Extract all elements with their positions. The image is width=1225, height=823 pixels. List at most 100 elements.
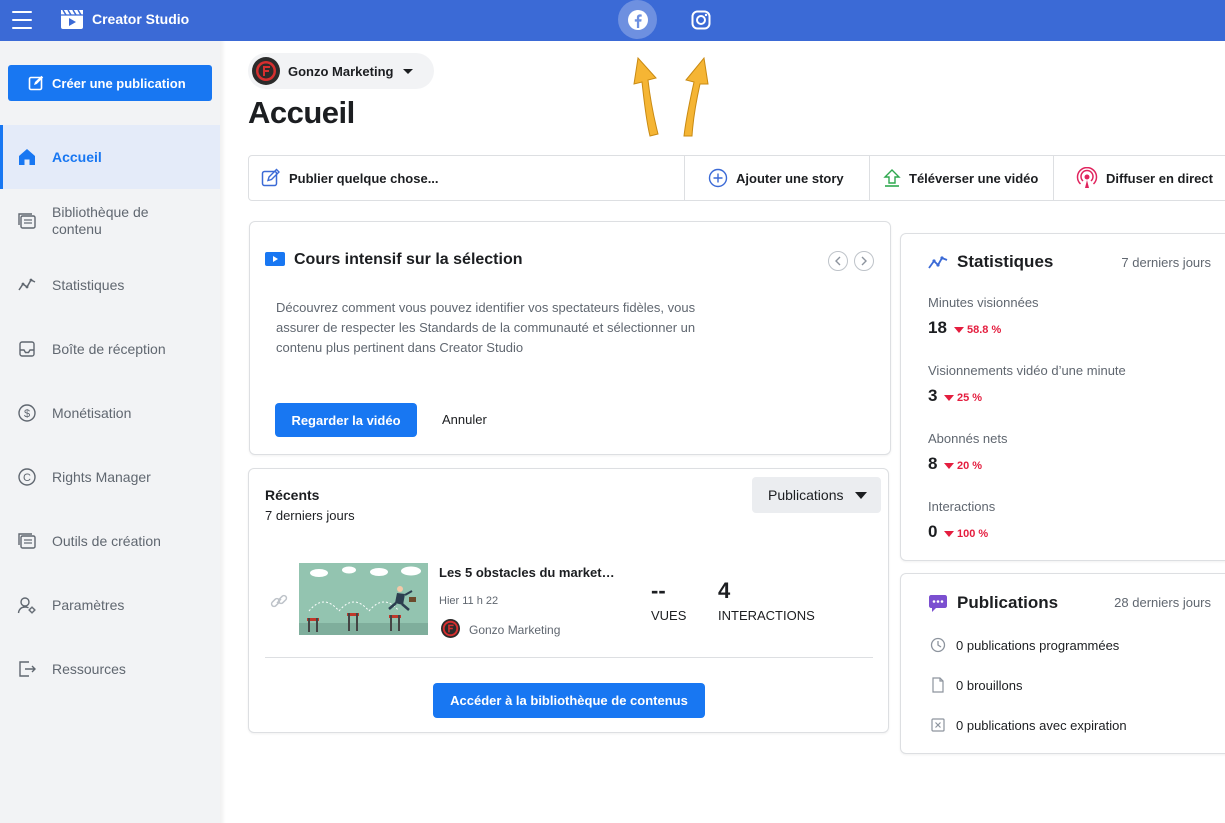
publish-something-button[interactable]: Publier quelque chose... xyxy=(261,156,439,200)
sidebar-item-boite-reception[interactable]: Boîte de réception xyxy=(0,321,220,377)
stat-change: 25 % xyxy=(944,392,982,404)
sidebar-item-outils-creation[interactable]: Outils de création xyxy=(0,513,220,569)
sidebar-item-bibliotheque[interactable]: Bibliothèque de contenu xyxy=(0,193,220,249)
chevron-left-icon xyxy=(835,256,841,266)
divider xyxy=(684,156,685,200)
svg-text:$: $ xyxy=(24,408,30,420)
account-name: Gonzo Marketing xyxy=(288,64,394,79)
stat-change: 20 % xyxy=(944,460,982,472)
publications-title: Publications xyxy=(957,593,1059,612)
sidebar-item-label: Statistiques xyxy=(52,276,125,293)
publications-filter-dropdown[interactable]: Publications xyxy=(752,477,881,513)
instagram-icon xyxy=(691,10,711,30)
post-title[interactable]: Les 5 obstacles du market… xyxy=(439,565,615,580)
interactions-value: 4 xyxy=(718,578,731,603)
video-icon xyxy=(265,252,285,266)
live-icon xyxy=(1076,167,1098,188)
account-selector[interactable]: Gonzo Marketing xyxy=(248,53,434,89)
menu-icon[interactable] xyxy=(12,11,32,29)
open-library-button[interactable]: Accéder à la bibliothèque de contenus xyxy=(433,683,705,718)
sidebar-item-label: Paramètres xyxy=(52,596,125,613)
statistics-period: 7 derniers jours xyxy=(1121,255,1211,270)
recent-title: Récents xyxy=(265,487,320,503)
expiring-posts-row[interactable]: 0 publications avec expiration xyxy=(928,715,1127,735)
upload-video-button[interactable]: Téléverser une vidéo xyxy=(883,156,1038,200)
add-story-button[interactable]: Ajouter une story xyxy=(708,156,844,200)
stat-change: 58.8 % xyxy=(954,324,1001,336)
stat-value: 18 xyxy=(928,318,947,337)
page-title: Accueil xyxy=(248,95,355,130)
svg-text:C: C xyxy=(23,472,31,484)
stat-label: Interactions xyxy=(928,499,996,514)
dollar-icon: $ xyxy=(16,402,38,424)
settings-icon xyxy=(16,594,38,616)
library-icon xyxy=(16,210,38,232)
app-title: Creator Studio xyxy=(92,11,190,27)
tools-icon xyxy=(16,530,38,552)
instagram-platform-button[interactable] xyxy=(685,4,717,36)
interactions-label: INTERACTIONS xyxy=(718,608,815,623)
stat-value: 3 xyxy=(928,386,938,405)
course-card: Cours intensif sur la sélection Découvre… xyxy=(249,221,891,455)
copyright-icon: C xyxy=(16,466,38,488)
trend-down-icon xyxy=(954,327,964,333)
go-live-button[interactable]: Diffuser en direct xyxy=(1076,156,1213,200)
post-page-name: Gonzo Marketing xyxy=(469,623,561,637)
drafts-row[interactable]: 0 brouillons xyxy=(928,675,1023,695)
create-post-label: Créer une publication xyxy=(52,75,186,91)
sidebar-item-ressources[interactable]: Ressources xyxy=(0,641,220,697)
publications-period: 28 derniers jours xyxy=(1114,595,1211,610)
sidebar-item-label: Rights Manager xyxy=(52,468,151,485)
sidebar-item-statistiques[interactable]: Statistiques xyxy=(0,257,220,313)
sidebar: Créer une publication Accueil Bibliothèq… xyxy=(0,41,220,823)
annotation-arrows xyxy=(633,56,709,137)
stat-value: 0 xyxy=(928,522,938,541)
sidebar-item-parametres[interactable]: Paramètres xyxy=(0,577,220,633)
previous-button[interactable] xyxy=(828,251,848,271)
stat-label: Visionnements vidéo d’une minute xyxy=(928,363,1126,378)
recent-period: 7 derniers jours xyxy=(265,508,355,523)
facebook-platform-button[interactable] xyxy=(618,0,657,39)
divider xyxy=(1053,156,1054,200)
sidebar-item-accueil[interactable]: Accueil xyxy=(0,125,220,189)
quick-actions-bar: Publier quelque chose... Ajouter une sto… xyxy=(248,155,1225,201)
stat-change-value: 25 % xyxy=(957,392,983,404)
stat-value: 8 xyxy=(928,454,938,473)
compose-icon xyxy=(261,168,280,187)
inbox-icon xyxy=(16,338,38,360)
recent-card: Récents 7 derniers jours Publications Le… xyxy=(248,468,889,733)
sidebar-item-label: Bibliothèque de contenu xyxy=(52,204,149,237)
draft-icon xyxy=(928,675,948,695)
trend-down-icon xyxy=(944,531,954,537)
statistics-card: Statistiques 7 derniers jours Minutes vi… xyxy=(900,233,1225,561)
stat-change-value: 20 % xyxy=(957,460,983,472)
chevron-right-icon xyxy=(861,256,867,266)
resources-icon xyxy=(16,658,38,680)
cancel-button[interactable]: Annuler xyxy=(442,412,487,427)
stat-change-value: 58.8 % xyxy=(967,324,1002,336)
sidebar-item-rights-manager[interactable]: C Rights Manager xyxy=(0,449,220,505)
create-post-button[interactable]: Créer une publication xyxy=(8,65,212,101)
creator-studio-logo-icon xyxy=(60,7,84,31)
sidebar-item-monetisation[interactable]: $ Monétisation xyxy=(0,385,220,441)
trend-down-icon xyxy=(944,395,954,401)
sidebar-item-label: Ressources xyxy=(52,660,126,677)
filter-label: Publications xyxy=(768,487,844,503)
divider xyxy=(869,156,870,200)
divider xyxy=(265,657,873,658)
watch-video-button[interactable]: Regarder la vidéo xyxy=(275,403,417,437)
scheduled-posts-row[interactable]: 0 publications programmées xyxy=(928,635,1119,655)
next-button[interactable] xyxy=(854,251,874,271)
views-value: -- xyxy=(651,578,666,603)
sidebar-shadow xyxy=(220,41,226,823)
top-bar: Creator Studio xyxy=(0,0,1225,41)
post-thumbnail[interactable] xyxy=(299,563,428,635)
link-icon[interactable] xyxy=(269,591,289,611)
trend-down-icon xyxy=(944,463,954,469)
chevron-down-icon xyxy=(403,69,413,74)
stat-change: 100 % xyxy=(944,528,988,540)
publication-status-label: 0 publications avec expiration xyxy=(956,717,1127,733)
avatar xyxy=(252,57,280,85)
avatar xyxy=(441,619,460,638)
course-description: Découvrez comment vous pouvez identifier… xyxy=(276,300,696,355)
